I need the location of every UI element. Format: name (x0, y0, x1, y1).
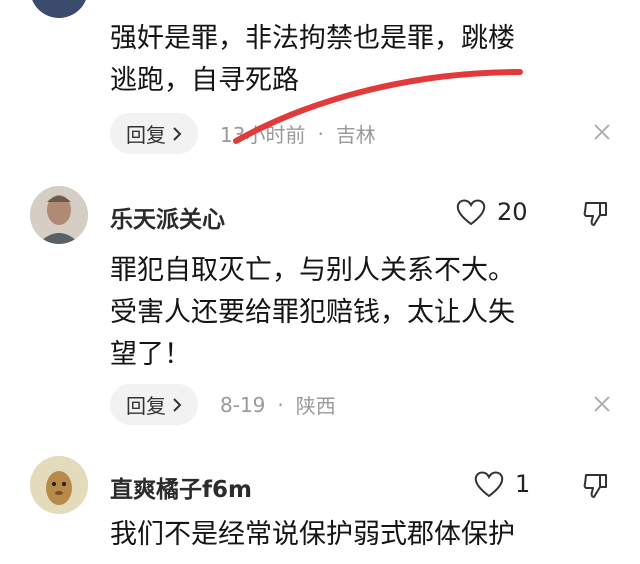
avatar[interactable] (30, 186, 88, 244)
cartoon-avatar-icon (30, 456, 88, 514)
like-count: 1 (515, 470, 531, 498)
comment-item: 乐天派关心 20 罪犯自取灭亡，与别人关系不大。 受害人还要给罪犯赔钱，太让人失… (0, 170, 640, 440)
thumbs-down-icon[interactable] (582, 200, 610, 228)
comment-location: 陕西 (295, 394, 336, 418)
comment-time: 8-19 (220, 392, 266, 417)
meta-separator: · (277, 392, 284, 417)
like-button[interactable]: 20 (455, 198, 528, 226)
reply-label: 回复 (126, 394, 166, 418)
comment-item: 直爽橘子f6m 1 我们不是经常说保护弱式郡体保护 (0, 440, 640, 564)
chevron-right-icon (173, 397, 182, 412)
reply-button[interactable]: 回复 (110, 384, 198, 425)
comment-text: 我们不是经常说保护弱式郡体保护 (110, 519, 515, 550)
heart-outline-icon (474, 471, 504, 498)
username[interactable]: 直爽橘子f6m (110, 470, 252, 504)
comment-meta: 回复 8-19 · 陕西 (110, 384, 336, 425)
user-photo-icon (30, 186, 88, 244)
close-icon[interactable] (592, 394, 612, 414)
avatar[interactable] (30, 456, 88, 514)
thumbs-down-icon[interactable] (582, 472, 610, 500)
like-count: 20 (497, 198, 528, 226)
heart-outline-icon (456, 199, 486, 226)
comment-text: 罪犯自取灭亡，与别人关系不大。 受害人还要给罪犯赔钱，太让人失 望了！ (110, 255, 515, 370)
like-button[interactable]: 1 (473, 470, 530, 498)
username[interactable]: 乐天派关心 (110, 200, 225, 234)
